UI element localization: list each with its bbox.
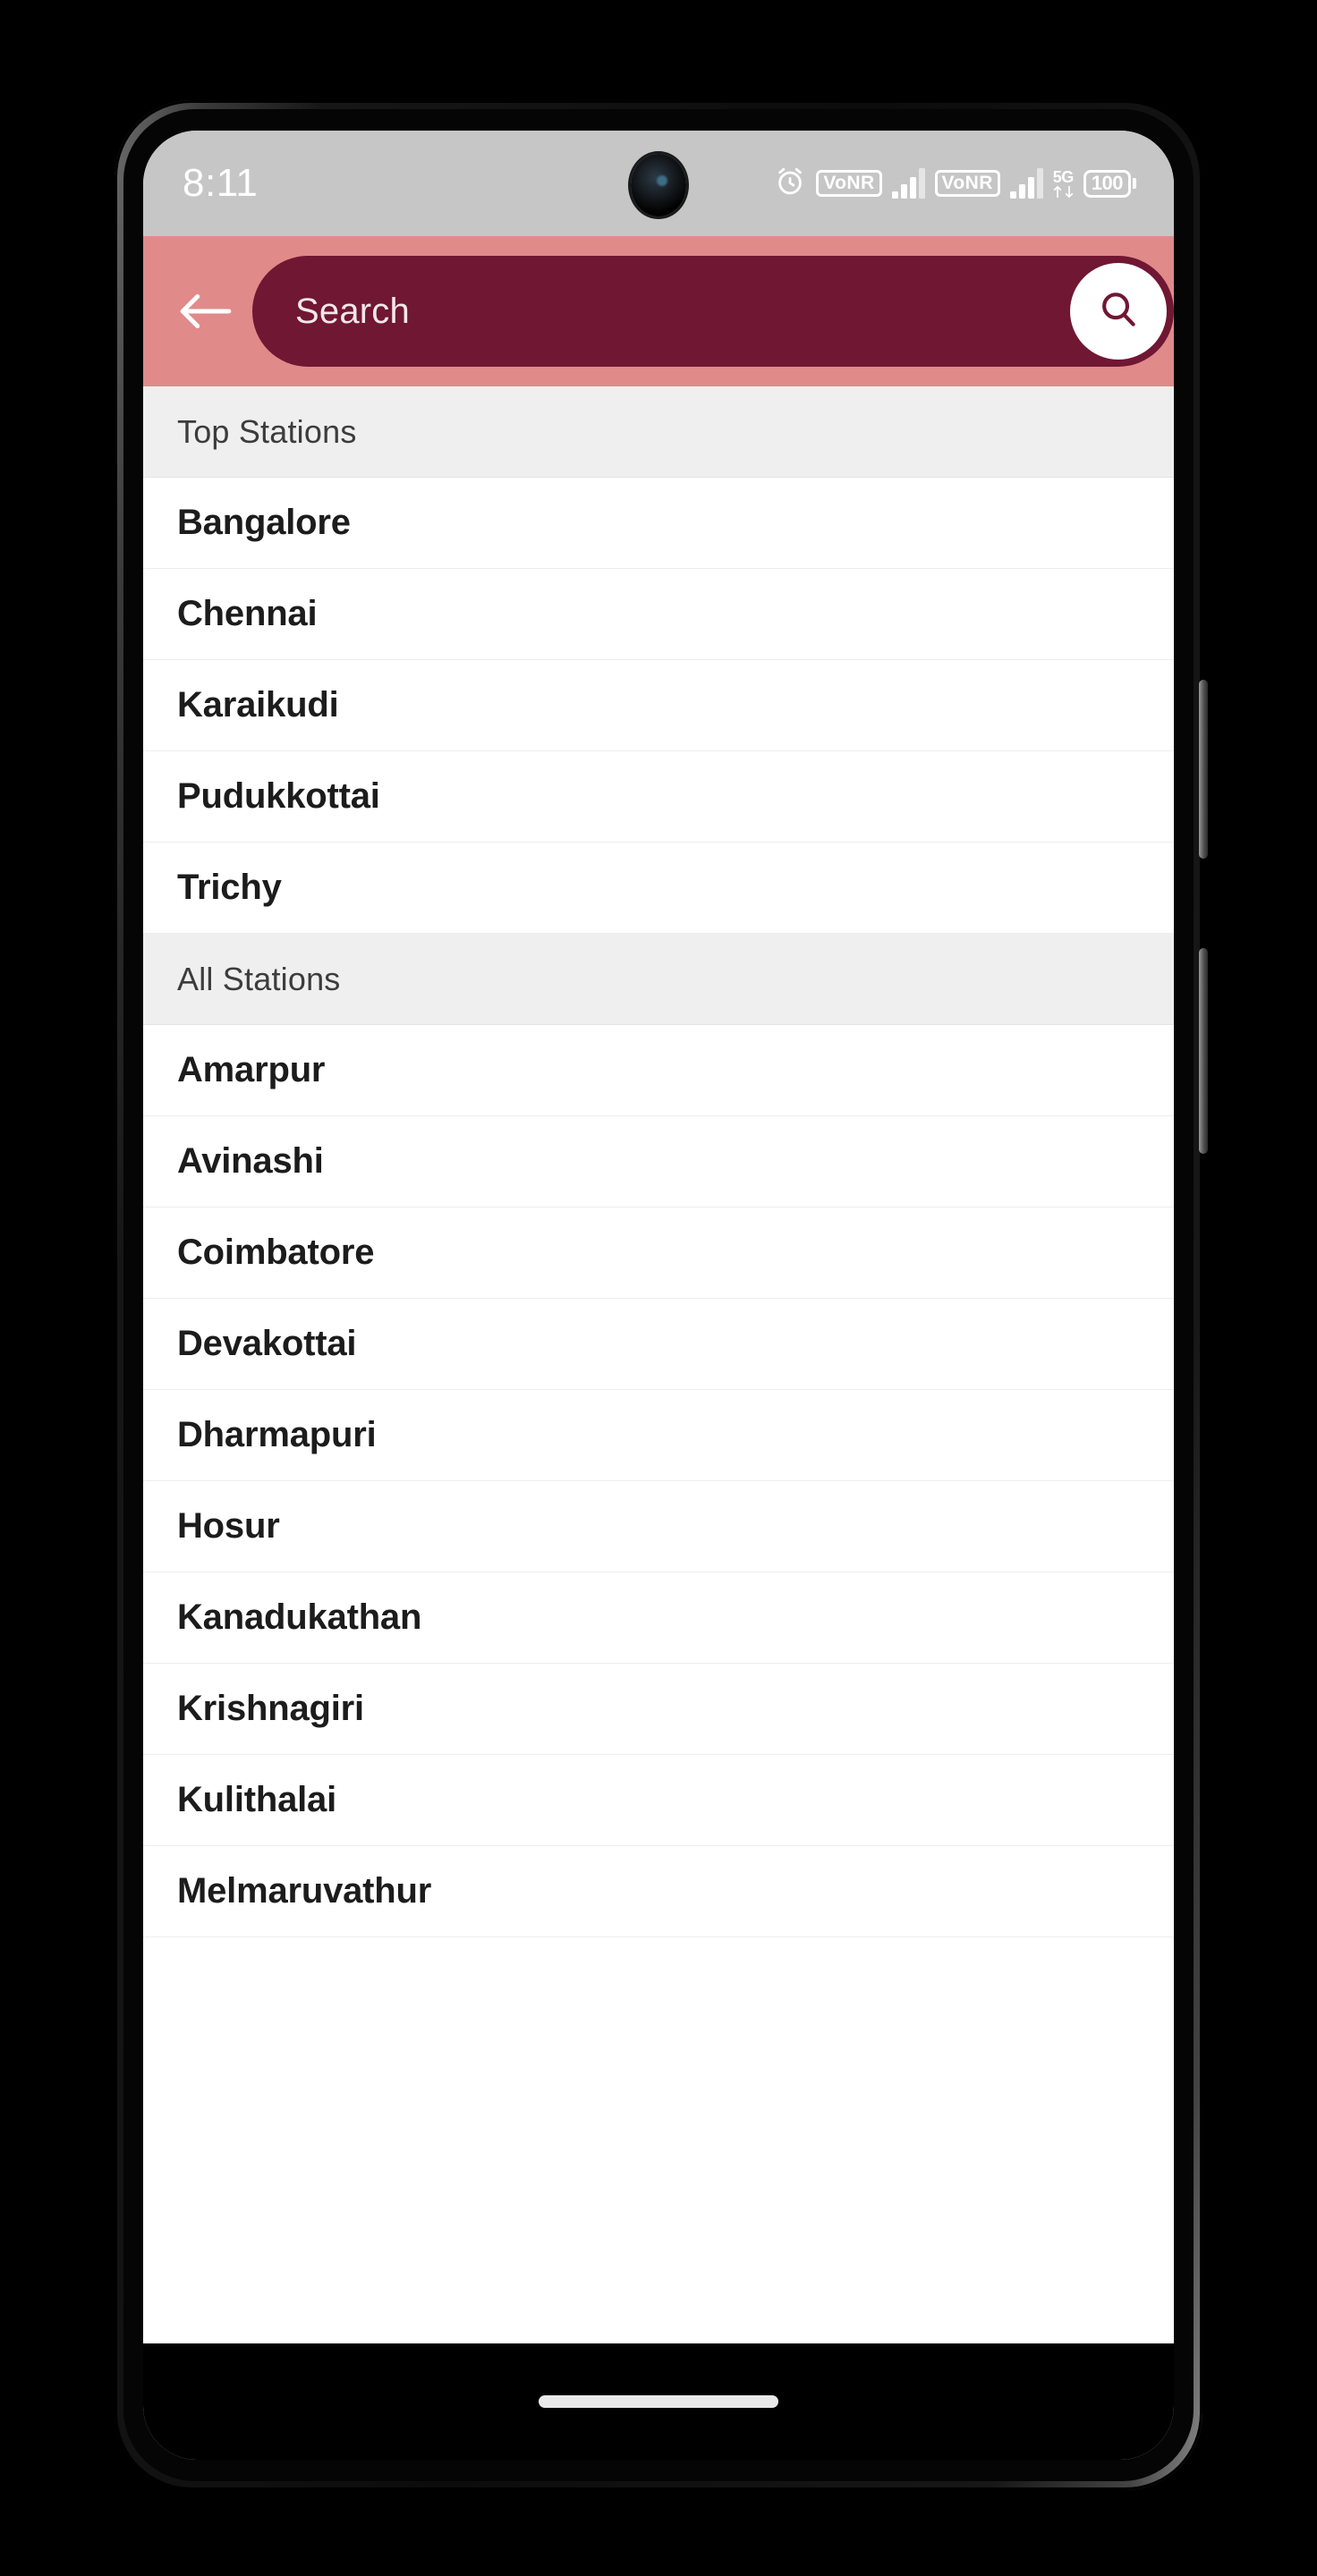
battery-tip xyxy=(1133,178,1136,189)
station-name: Dharmapuri xyxy=(177,1415,377,1454)
station-name: Avinashi xyxy=(177,1141,324,1181)
list-item[interactable]: Krishnagiri xyxy=(143,1664,1174,1755)
phone-screen: 8:11 VoNR VoNR 5G 100 Search Top Station… xyxy=(143,131,1174,2460)
search-icon xyxy=(1096,287,1141,336)
station-name: Karaikudi xyxy=(177,685,339,724)
status-bar-clock: 8:11 xyxy=(183,161,259,205)
mobile-data-icon: 5G xyxy=(1053,169,1074,198)
back-arrow-icon[interactable] xyxy=(166,273,243,350)
battery-icon: 100 xyxy=(1083,169,1136,198)
station-name: Kulithalai xyxy=(177,1780,337,1819)
station-name: Kanadukathan xyxy=(177,1597,422,1637)
station-name: Chennai xyxy=(177,594,318,633)
list-item[interactable]: Melmaruvathur xyxy=(143,1846,1174,1937)
data-transfer-arrows-icon xyxy=(1053,186,1074,198)
status-bar: 8:11 VoNR VoNR 5G 100 xyxy=(143,131,1174,236)
android-navigation-bar xyxy=(143,2343,1174,2460)
list-item[interactable]: Karaikudi xyxy=(143,660,1174,751)
list-item[interactable]: Dharmapuri xyxy=(143,1390,1174,1481)
list-item[interactable]: Trichy xyxy=(143,843,1174,934)
list-item[interactable]: Coimbatore xyxy=(143,1208,1174,1299)
list-item[interactable]: Kanadukathan xyxy=(143,1572,1174,1664)
sim1-network-badge: VoNR xyxy=(816,170,882,197)
list-item[interactable]: Kulithalai xyxy=(143,1755,1174,1846)
list-item[interactable]: Hosur xyxy=(143,1481,1174,1572)
list-item[interactable]: Amarpur xyxy=(143,1025,1174,1116)
sim1-signal-icon xyxy=(891,168,925,199)
data-network-label: 5G xyxy=(1052,168,1075,186)
station-name: Krishnagiri xyxy=(177,1689,364,1728)
list-item[interactable]: Pudukkottai xyxy=(143,751,1174,843)
station-name: Hosur xyxy=(177,1506,280,1546)
status-bar-icons: VoNR VoNR 5G 100 xyxy=(774,165,1136,202)
list-item[interactable]: Bangalore xyxy=(143,478,1174,569)
front-camera-punch-hole xyxy=(631,154,686,216)
battery-percent-label: 100 xyxy=(1083,169,1131,198)
station-name: Trichy xyxy=(177,868,282,907)
section-header-top-stations: Top Stations xyxy=(143,386,1174,478)
station-name: Devakottai xyxy=(177,1324,357,1363)
alarm-clock-icon xyxy=(774,165,806,202)
search-input[interactable]: Search xyxy=(252,256,1174,367)
search-button[interactable] xyxy=(1070,263,1167,360)
station-name: Bangalore xyxy=(177,503,351,542)
list-item[interactable]: Devakottai xyxy=(143,1299,1174,1390)
station-name: Melmaruvathur xyxy=(177,1871,432,1911)
list-item[interactable]: Chennai xyxy=(143,569,1174,660)
station-name: Coimbatore xyxy=(177,1233,375,1272)
volume-button[interactable] xyxy=(1199,948,1208,1154)
home-gesture-pill[interactable] xyxy=(539,2395,778,2408)
station-name: Pudukkottai xyxy=(177,776,380,816)
sim2-network-badge: VoNR xyxy=(934,170,1000,197)
screenshot-root: 8:11 VoNR VoNR 5G 100 Search Top Station… xyxy=(0,0,1317,2576)
search-input-placeholder: Search xyxy=(295,291,410,331)
sim2-signal-icon xyxy=(1009,168,1043,199)
station-list[interactable]: Top Stations Bangalore Chennai Karaikudi… xyxy=(143,386,1174,2343)
app-header: Search xyxy=(143,236,1174,386)
section-header-all-stations: All Stations xyxy=(143,934,1174,1025)
list-item[interactable]: Avinashi xyxy=(143,1116,1174,1208)
power-button[interactable] xyxy=(1199,680,1208,859)
station-name: Amarpur xyxy=(177,1050,326,1089)
